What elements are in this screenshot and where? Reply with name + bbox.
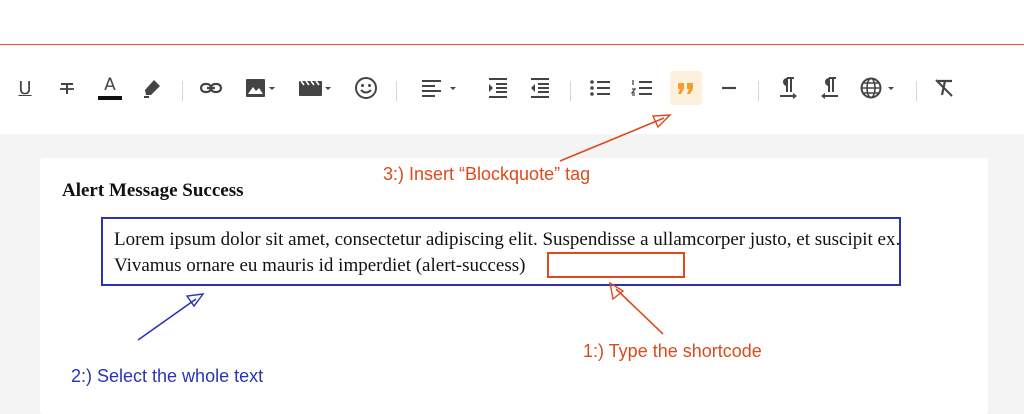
video-button[interactable] [296,71,336,105]
globe-icon [860,77,894,99]
toolbar-separator [916,81,917,101]
horizontal-rule-button[interactable] [716,71,742,105]
selection-highlight-box [101,217,901,286]
annotation-step-3: 3:) Insert “Blockquote” tag [383,164,591,184]
indent-button[interactable] [484,71,512,105]
clear-format-button[interactable] [930,71,958,105]
strikethrough-icon [60,83,74,94]
image-button[interactable] [240,71,280,105]
align-left-icon [422,80,456,97]
toolbar-separator [570,81,571,101]
emoji-button[interactable] [352,71,380,105]
toolbar-separator [758,81,759,101]
underline-button[interactable]: U [12,71,38,105]
language-button[interactable] [858,71,900,105]
video-icon [299,80,331,96]
editor-toolbar: U A [0,46,1024,134]
outdent-button[interactable] [526,71,554,105]
highlighter-icon [144,80,160,98]
shortcode-highlight-box [547,252,685,278]
highlight-button[interactable] [138,71,166,105]
rtl-button[interactable] [816,71,844,105]
annotation-step-1: 1:) Type the shortcode [583,341,762,361]
bullet-list-icon [590,80,610,96]
toolbar-separator [182,81,183,101]
font-color-swatch [98,96,122,100]
numbered-list-icon [630,80,652,96]
quote-icon [678,83,693,94]
strikethrough-button[interactable] [54,71,80,105]
horizontal-rule-icon [722,86,736,90]
link-icon [199,82,223,94]
underline-icon: U [18,77,32,99]
annotation-step-2: 2:) Select the whole text [71,366,264,386]
ltr-button[interactable] [774,71,802,105]
image-icon [246,79,275,97]
content-heading: Alert Message Success [62,180,244,201]
paragraph-ltr-icon [780,77,797,99]
bullet-list-button[interactable] [586,71,614,105]
paragraph-rtl-icon [821,77,838,99]
outdent-icon [531,78,549,98]
indent-icon [489,78,507,98]
smiley-icon [355,77,377,99]
clear-format-icon [935,79,953,97]
font-color-button[interactable]: A [96,71,124,105]
align-button[interactable] [418,71,460,105]
top-bar [0,0,1024,45]
blockquote-button[interactable] [670,71,702,105]
toolbar-separator [396,81,397,101]
font-color-icon: A [104,75,116,95]
link-button[interactable] [196,71,226,105]
numbered-list-button[interactable] [628,71,656,105]
